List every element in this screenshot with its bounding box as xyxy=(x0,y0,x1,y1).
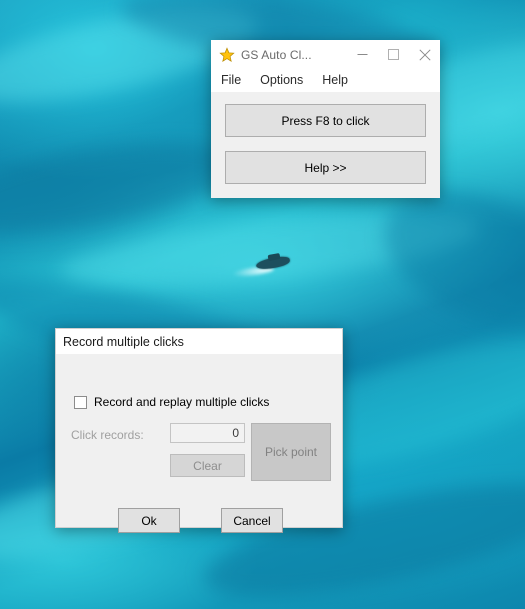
dialog-title: Record multiple clicks xyxy=(63,334,184,349)
menu-item-file[interactable]: File xyxy=(220,72,242,89)
window-controls xyxy=(347,40,440,69)
app-titlebar[interactable]: GS Auto Cl... xyxy=(211,40,440,69)
app-menubar: File Options Help xyxy=(211,69,440,92)
ok-button[interactable]: Ok xyxy=(118,508,180,533)
dialog-titlebar[interactable]: Record multiple clicks xyxy=(56,329,342,354)
click-records-input[interactable]: 0 xyxy=(170,423,245,443)
menu-item-help[interactable]: Help xyxy=(321,72,349,89)
menu-item-options[interactable]: Options xyxy=(259,72,304,89)
record-replay-checkbox[interactable] xyxy=(74,395,87,409)
press-f8-to-click-button[interactable]: Press F8 to click xyxy=(225,104,426,137)
app-client-area: Press F8 to click Help >> xyxy=(211,92,440,198)
maximize-icon[interactable] xyxy=(378,40,409,69)
record-replay-checkbox-label: Record and replay multiple clicks xyxy=(94,395,270,409)
dialog-body: Record and replay multiple clicks Click … xyxy=(56,354,342,533)
close-icon[interactable] xyxy=(409,40,440,69)
star-icon xyxy=(219,46,235,63)
record-multiple-clicks-dialog[interactable]: Record multiple clicks Record and replay… xyxy=(55,328,343,533)
click-records-label: Click records: xyxy=(71,428,144,442)
minimize-icon[interactable] xyxy=(347,40,378,69)
gs-auto-clicker-window[interactable]: GS Auto Cl... File Options Help Press F8… xyxy=(211,40,440,198)
wallpaper-wave-5 xyxy=(58,198,482,302)
pick-point-button[interactable]: Pick point xyxy=(251,423,331,481)
record-replay-checkbox-row[interactable]: Record and replay multiple clicks xyxy=(74,395,269,409)
cancel-button[interactable]: Cancel xyxy=(221,508,283,533)
wallpaper-wave-4 xyxy=(0,124,245,251)
clear-button[interactable]: Clear xyxy=(170,454,245,477)
help-expand-button[interactable]: Help >> xyxy=(225,151,426,184)
app-title: GS Auto Cl... xyxy=(241,47,312,62)
